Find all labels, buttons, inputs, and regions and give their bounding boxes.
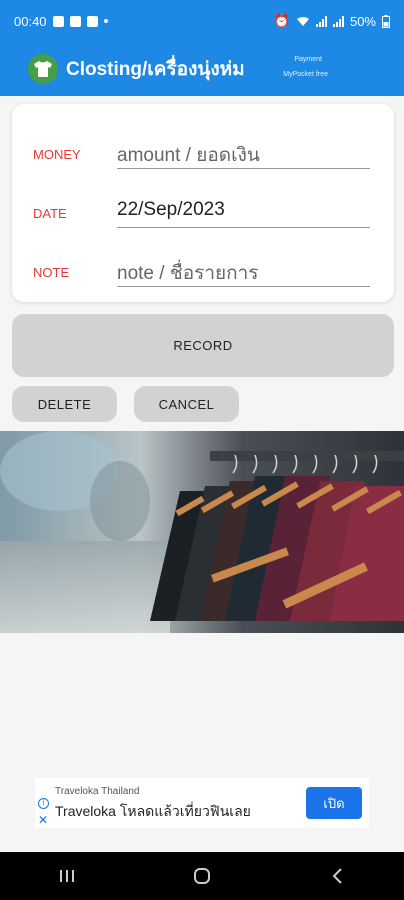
wifi-icon xyxy=(296,16,309,26)
status-bar: 00:40 ⏰ 50% xyxy=(0,0,404,42)
home-icon[interactable] xyxy=(182,861,222,891)
battery-level: 50% xyxy=(349,13,376,29)
app-bar: Closting/เครื่องนุ่งห่ม Payment MyPocket… xyxy=(0,42,404,96)
app-title: Closting/เครื่องนุ่งห่ม xyxy=(66,59,245,80)
signal-2-icon xyxy=(332,15,344,27)
status-time: 00:40 xyxy=(14,13,47,29)
recent-apps-icon[interactable] xyxy=(47,861,87,891)
ad-open-button[interactable]: เปิด xyxy=(306,787,362,819)
ad-close-icon[interactable]: ✕ xyxy=(38,814,48,826)
mypocket-link[interactable]: MyPocket free xyxy=(283,67,328,82)
ad-headline: Traveloka โหลดแล้วเที่ยวฟินเลย xyxy=(55,803,251,819)
delete-button[interactable]: DELETE xyxy=(12,386,117,422)
ad-sponsor: Traveloka Thailand xyxy=(55,786,140,797)
cancel-button[interactable]: CANCEL xyxy=(134,386,239,422)
record-button[interactable]: RECORD xyxy=(12,314,394,377)
ad-info-icon[interactable]: i xyxy=(38,798,49,809)
note-input[interactable]: note / ชื่อรายการ xyxy=(117,255,370,287)
date-input[interactable]: 22/Sep/2023 xyxy=(117,196,370,228)
money-label: MONEY xyxy=(33,147,81,162)
system-nav-bar xyxy=(0,852,404,900)
ad-banner[interactable]: i ✕ Traveloka Thailand Traveloka โหลดแล้… xyxy=(35,778,369,828)
notification-icon xyxy=(86,15,98,27)
gallery-icon xyxy=(52,15,64,27)
entry-form: MONEY amount / ยอดเงิน DATE 22/Sep/2023 … xyxy=(12,104,394,302)
money-input[interactable]: amount / ยอดเงิน xyxy=(117,137,370,169)
date-row: DATE 22/Sep/2023 xyxy=(12,192,394,236)
note-label: NOTE xyxy=(33,265,70,280)
image-icon xyxy=(69,15,81,27)
clothing-rack-photo xyxy=(0,431,404,633)
date-label: DATE xyxy=(33,206,67,221)
note-row: NOTE note / ชื่อรายการ xyxy=(12,251,394,295)
battery-icon xyxy=(382,14,390,28)
back-icon[interactable] xyxy=(317,861,357,891)
shirt-icon xyxy=(28,54,58,84)
payment-link[interactable]: Payment xyxy=(283,52,322,67)
signal-icon xyxy=(315,15,327,27)
money-row: MONEY amount / ยอดเงิน xyxy=(12,133,394,177)
more-notifications-dot-icon xyxy=(103,19,108,23)
alarm-icon: ⏰ xyxy=(273,13,290,28)
